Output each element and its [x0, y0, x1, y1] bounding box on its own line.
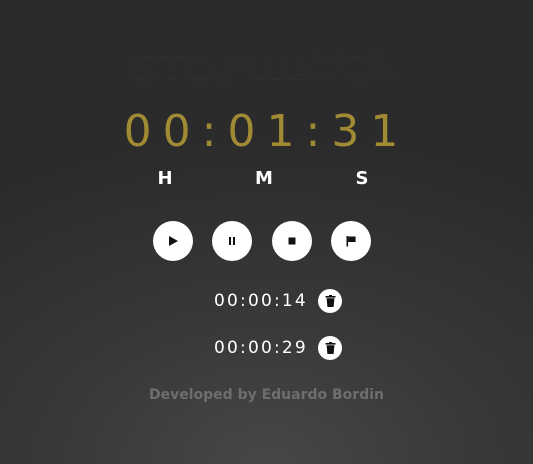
lap-flag-button[interactable]	[331, 221, 371, 261]
app-title: STOPWATCH	[131, 44, 402, 88]
lap-item: 00:00:14	[214, 288, 342, 314]
trash-icon	[325, 295, 335, 307]
stop-button[interactable]	[272, 221, 312, 261]
clock-display: 00:01:31	[0, 106, 533, 157]
pause-button[interactable]	[212, 221, 252, 261]
control-buttons	[0, 221, 533, 261]
clock-separator: :	[201, 106, 228, 157]
stopwatch-app: STOPWATCH 00:01:31 H M S 00:00:14 00:00:…	[0, 0, 533, 464]
trash-icon	[325, 342, 335, 354]
unit-minutes-label: M	[255, 168, 273, 189]
unit-seconds-label: S	[355, 168, 369, 189]
lap-time: 00:00:29	[214, 338, 308, 358]
stop-icon	[288, 237, 296, 245]
clock-minutes: 01	[227, 106, 306, 157]
delete-lap-button[interactable]	[318, 336, 342, 360]
lap-item: 00:00:29	[214, 335, 342, 361]
pause-icon	[229, 237, 235, 245]
clock-seconds: 31	[331, 106, 410, 157]
clock-separator: :	[305, 106, 332, 157]
clock-hours: 00	[123, 106, 202, 157]
play-button[interactable]	[153, 221, 193, 261]
delete-lap-button[interactable]	[318, 289, 342, 313]
flag-icon	[346, 236, 356, 247]
footer-credit: Developed by Eduardo Bordin	[149, 387, 384, 403]
unit-labels: H M S	[0, 168, 533, 192]
lap-time: 00:00:14	[214, 291, 308, 311]
play-icon	[169, 236, 178, 246]
unit-hours-label: H	[157, 168, 173, 189]
